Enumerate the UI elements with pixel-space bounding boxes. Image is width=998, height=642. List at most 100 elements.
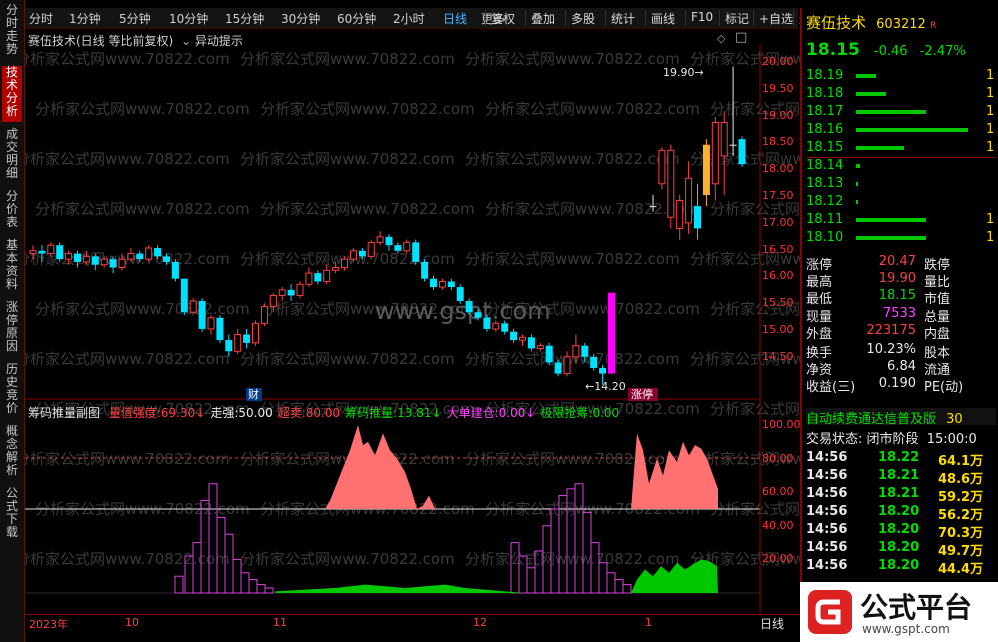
zt-marker: 涨停 [631, 387, 653, 401]
stat-value: 223175 [866, 322, 916, 338]
toolbar-button-0[interactable]: 复权 [485, 10, 515, 26]
candle-body [314, 273, 322, 282]
candle-body [658, 149, 666, 185]
left-tab-4[interactable]: 基本资料 [2, 239, 22, 295]
watermark-text: 分析家公式网www.70822.com [465, 50, 680, 68]
bottom-period-tab[interactable]: 日线 [760, 615, 784, 632]
stat-row: 最低 18.15 市值 [806, 288, 996, 307]
promo-num: 30 [946, 412, 963, 427]
candle-body [599, 368, 607, 374]
toolbar-button-7[interactable]: +自选 [753, 10, 793, 26]
toolbar-button-5[interactable]: F10 [685, 10, 713, 26]
period-tab-4[interactable]: 15分钟 [225, 10, 264, 27]
period-tab-3[interactable]: 10分钟 [169, 10, 208, 27]
indicator-item-label: 极限抢筹: [540, 406, 593, 420]
time-tick: 10 [125, 616, 139, 629]
left-tab-1[interactable]: 技术分析 [2, 66, 22, 122]
candle-body [590, 356, 598, 368]
indicator-item-label: 筹码推量: [345, 406, 398, 420]
orderbook-row: 18.11 1 [806, 212, 996, 229]
left-tab-7[interactable]: 概念解析 [2, 425, 22, 481]
tick-price: 18.20 [878, 504, 920, 519]
orderbook-side: 1 [986, 140, 995, 155]
time-tick: 11 [273, 616, 287, 629]
watermark-text: 分析家公式网www.70822.com [240, 350, 455, 368]
period-tab-6[interactable]: 60分钟 [337, 10, 376, 27]
candle-body [501, 323, 509, 332]
orderbook-price: 18.13 [806, 176, 844, 191]
tick-row: 14:56 18.22 64.1万 [806, 450, 996, 469]
price-tick: 16.50 [762, 242, 794, 256]
price-change-pct: -2.47% [919, 44, 966, 59]
orderbook-row: 18.12 [806, 194, 996, 211]
left-tab-3[interactable]: 分价表 [2, 190, 22, 233]
watermark-text: 分析家公式网www.70822.com [25, 450, 230, 468]
candle-body [702, 144, 710, 195]
price-tick: 18.00 [762, 162, 794, 176]
candle-body [438, 280, 446, 288]
orderbook-price: 18.14 [806, 158, 844, 173]
candle-body [180, 278, 188, 313]
tick-volume: 48.6万 [938, 472, 984, 487]
orderbook-side: 1 [986, 212, 995, 227]
time-tick: 1 [645, 616, 652, 629]
period-tab-5[interactable]: 30分钟 [281, 10, 320, 27]
candle-body [47, 244, 55, 255]
indicator-item-value: 13.81↓ [397, 406, 442, 420]
candle-body [198, 301, 206, 329]
watermark-text: 分析家公式网www.70822.com [240, 150, 455, 168]
candle-body [82, 255, 90, 263]
price-tick: 17.50 [762, 189, 794, 202]
candle-body [56, 245, 64, 260]
stat-row: 净资 6.84 流通 [806, 359, 996, 379]
toolbar-button-1[interactable]: 叠加 [525, 10, 555, 26]
orderbook-row: 18.19 1 [806, 68, 996, 85]
toolbar-button-4[interactable]: 画线 [645, 10, 675, 26]
tick-volume: 64.1万 [938, 454, 984, 469]
watermark-text: 分析家公式网www.70822.com [465, 150, 680, 168]
toolbar-button-2[interactable]: 多股 [565, 10, 595, 26]
accumulation-bar [256, 584, 266, 594]
promo-text[interactable]: 自动续费通达信普及版 [806, 412, 936, 427]
period-tab-2[interactable]: 5分钟 [119, 10, 151, 27]
stat-label-2: 量比 [924, 275, 951, 291]
indicator-name[interactable]: 筹码推量副图 [28, 406, 100, 420]
indicator-item-label: 量值强度: [108, 406, 161, 420]
tick-row: 14:56 18.21 48.6万 [806, 468, 996, 487]
rating-badge: R [929, 21, 937, 31]
kline-chart[interactable]: 分析家公式网www.70822.com 分析家公式网www.70822.com 分析… [25, 44, 800, 614]
tick-price: 18.20 [878, 522, 920, 537]
period-tab-7[interactable]: 2小时 [393, 10, 425, 27]
period-toolbar: 分时 1分钟 5分钟 10分钟 15分钟 30分钟 60分钟 2小时 日线 更多 复权 叠加 多股 统计… [25, 8, 823, 29]
candle-body [127, 253, 135, 260]
left-tab-8[interactable]: 公式下载 [2, 487, 22, 543]
stat-value: 7533 [882, 305, 916, 321]
candle-body [216, 317, 224, 341]
candle-body [685, 177, 693, 224]
stat-label-2: 流通 [924, 363, 951, 379]
candle-body [65, 253, 73, 260]
collapse-icon[interactable]: □ [735, 30, 747, 45]
candle-body [519, 336, 526, 341]
candle-body [527, 337, 535, 349]
accumulation-bar [606, 572, 616, 594]
orderbook-row: 18.18 1 [806, 86, 996, 103]
candle-body [341, 258, 348, 269]
candle-body [694, 206, 701, 229]
toolbar-button-6[interactable]: 标记 [719, 10, 749, 26]
toolbar-button-3[interactable]: 统计 [605, 10, 635, 26]
watermark-text: 分析家公式网www.70822.com [25, 50, 230, 68]
left-tab-2[interactable]: 成交明细 [2, 128, 22, 184]
candle-body [323, 269, 331, 282]
left-tab-5[interactable]: 涨停原因 [2, 301, 22, 357]
left-tab-0[interactable]: 分时走势 [2, 4, 22, 60]
left-tab-6[interactable]: 历史竞价 [2, 363, 22, 419]
tick-time: 14:56 [806, 540, 848, 555]
tick-time: 14:56 [806, 468, 848, 483]
indicator-tick: 80.00 [762, 451, 794, 465]
period-tab-0[interactable]: 分时 [29, 10, 53, 27]
grid-layer [25, 44, 761, 614]
indicator-item-value: 0.00↓ [498, 406, 536, 420]
period-tab-8[interactable]: 日线 [443, 10, 467, 27]
period-tab-1[interactable]: 1分钟 [69, 10, 101, 27]
